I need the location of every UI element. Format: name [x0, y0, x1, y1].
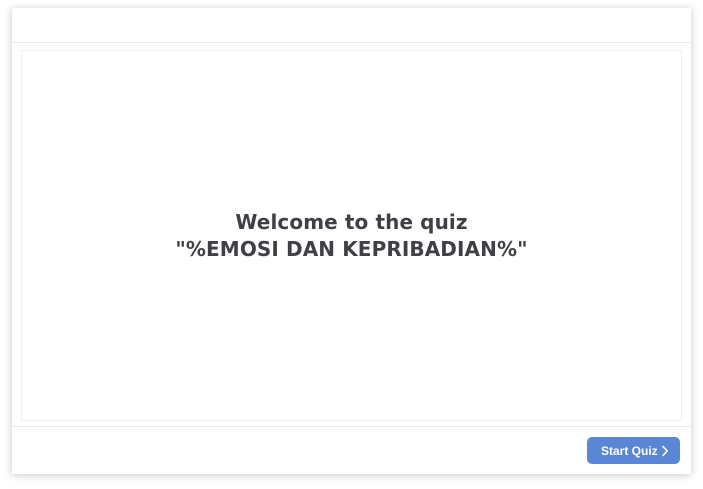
welcome-message: Welcome to the quiz "%EMOSI DAN KEPRIBAD…: [175, 209, 527, 263]
start-quiz-label: Start Quiz: [601, 443, 658, 458]
chevron-right-icon: [660, 444, 670, 458]
start-quiz-button[interactable]: Start Quiz: [587, 437, 680, 464]
quiz-top-bar: [12, 8, 691, 43]
quiz-name: "%EMOSI DAN KEPRIBADIAN%": [175, 236, 528, 261]
quiz-card: Welcome to the quiz "%EMOSI DAN KEPRIBAD…: [12, 8, 691, 474]
welcome-panel: Welcome to the quiz "%EMOSI DAN KEPRIBAD…: [21, 50, 682, 421]
welcome-title: Welcome to the quiz: [235, 209, 468, 234]
quiz-footer: Start Quiz: [12, 426, 691, 474]
